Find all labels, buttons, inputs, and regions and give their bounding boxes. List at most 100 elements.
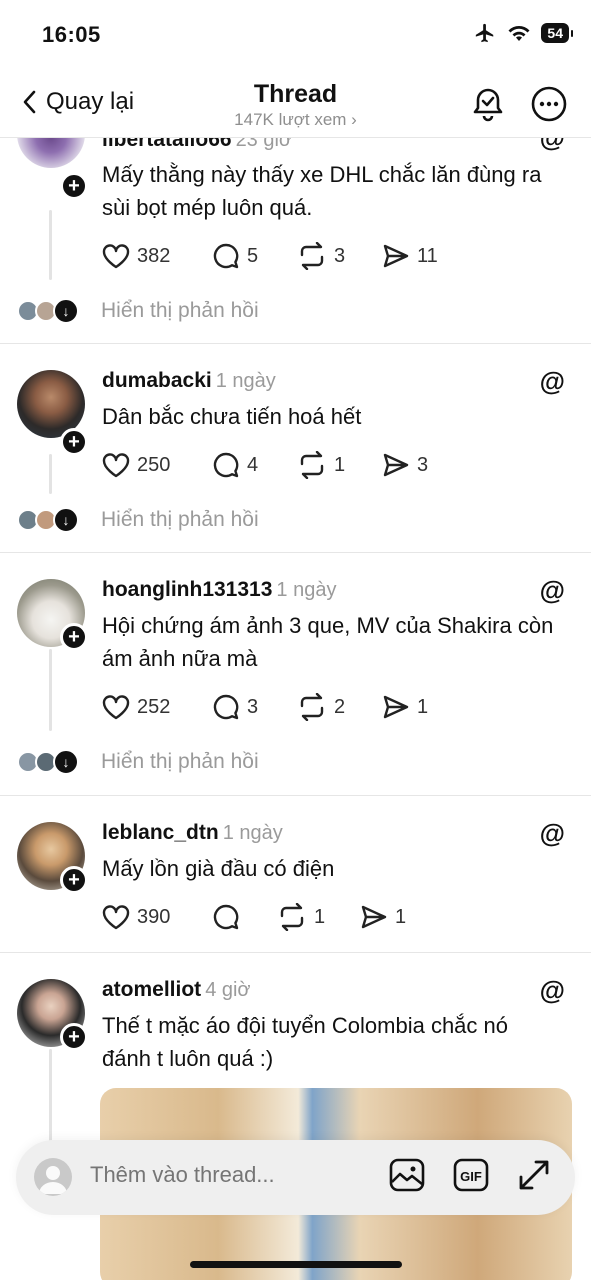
show-replies-label: Hiển thị phản hồi: [101, 299, 259, 322]
reply-button[interactable]: 4: [212, 451, 297, 479]
threads-logo-icon: @: [539, 975, 565, 1005]
post-text: Dân bắc chưa tiến hoá hết: [102, 404, 362, 429]
follow-plus-icon[interactable]: +: [60, 623, 88, 651]
bell-check-icon[interactable]: [471, 86, 505, 122]
post-time: 1 ngày: [222, 822, 283, 844]
arrow-down-icon: ↓: [53, 749, 79, 775]
like-button[interactable]: 250: [102, 452, 212, 478]
send-icon: [383, 244, 409, 268]
thread-line: [49, 210, 52, 280]
follow-plus-icon[interactable]: +: [60, 428, 88, 456]
post-username[interactable]: dumabacki 1 ngày: [102, 369, 276, 393]
repost-button[interactable]: 1: [277, 903, 360, 931]
threads-logo-icon: @: [539, 366, 565, 396]
status-icons: 54: [473, 22, 573, 44]
thread-line: [49, 454, 52, 494]
wifi-icon: [508, 26, 530, 41]
like-count: 390: [137, 905, 171, 928]
follow-plus-icon[interactable]: +: [60, 1023, 88, 1051]
repost-count: 3: [334, 244, 346, 267]
thread-line: [49, 649, 52, 731]
battery-indicator: 54: [541, 23, 573, 43]
like-button[interactable]: 382: [102, 243, 212, 269]
post-actions: 382 5 3 11: [102, 241, 438, 271]
share-button[interactable]: 3: [382, 452, 428, 478]
repost-button[interactable]: 1: [297, 451, 382, 479]
post-username[interactable]: leblanc_dtn 1 ngày: [102, 821, 283, 845]
airplane-icon: [476, 23, 494, 43]
heart-icon: [102, 695, 130, 720]
share-button[interactable]: 11: [382, 243, 438, 269]
user-avatar: [34, 1158, 72, 1196]
like-button[interactable]: 252: [102, 694, 212, 720]
share-button[interactable]: 1: [360, 904, 406, 930]
post-text: Thế t mặc áo đội tuyển Colombia chắc nó …: [102, 1013, 509, 1071]
share-button[interactable]: 1: [382, 694, 428, 720]
post-actions: 252 3 2 1: [102, 692, 428, 722]
follow-plus-icon[interactable]: +: [60, 866, 88, 894]
repost-count: 2: [334, 695, 346, 718]
status-time: 16:05: [42, 22, 101, 47]
post-username[interactable]: hoanglinh131313 1 ngày: [102, 578, 336, 602]
send-icon: [383, 695, 409, 719]
post-item: + leblanc_dtn 1 ngày @ Mấy lồn già đầu có…: [0, 796, 591, 953]
reply-button[interactable]: [212, 903, 277, 931]
post-item: + hoanglinh131313 1 ngày @ Hội chứng ám ả…: [0, 553, 591, 796]
repost-icon: [300, 242, 324, 270]
show-replies[interactable]: ↓ Hiển thị phản hồi: [17, 507, 259, 533]
thread-feed[interactable]: + libertatalio66 23 giờ @ Mấy thằng này t…: [0, 130, 591, 1280]
image-icon[interactable]: [389, 1158, 425, 1192]
post-item: + dumabacki 1 ngày @ Dân bắc chưa tiến ho…: [0, 344, 591, 553]
svg-text:GIF: GIF: [460, 1169, 482, 1184]
heart-icon: [102, 453, 130, 478]
share-count: 1: [395, 905, 407, 928]
post-time: 1 ngày: [215, 370, 276, 392]
composer-tools: GIF: [389, 1158, 551, 1192]
more-horizontal-icon[interactable]: [531, 86, 567, 122]
arrow-down-icon: ↓: [53, 298, 79, 324]
post-username[interactable]: atomelliot 4 giờ: [102, 978, 251, 1002]
follow-plus-icon[interactable]: +: [60, 172, 88, 200]
nav-bar: Quay lại Thread 147K lượt xem ›: [0, 70, 591, 138]
share-count: 1: [417, 695, 429, 718]
show-replies[interactable]: ↓ Hiển thị phản hồi: [17, 749, 259, 775]
post-item: + libertatalio66 23 giờ @ Mấy thằng này t…: [0, 130, 591, 344]
comment-icon: [213, 694, 239, 720]
like-button[interactable]: 390: [102, 904, 212, 930]
heart-icon: [102, 905, 130, 930]
comment-icon: [213, 904, 239, 930]
show-replies-label: Hiển thị phản hồi: [101, 750, 259, 773]
repost-button[interactable]: 3: [297, 242, 382, 270]
thread-reply-input[interactable]: [90, 1162, 350, 1188]
post-actions: 250 4 1 3: [102, 450, 428, 480]
repost-button[interactable]: 2: [297, 693, 382, 721]
reply-count: 3: [247, 695, 259, 718]
status-bar: 16:05 54: [0, 0, 591, 70]
show-replies-label: Hiển thị phản hồi: [101, 508, 259, 531]
repost-icon: [280, 903, 304, 931]
comment-icon: [213, 243, 239, 269]
post-time: 1 ngày: [276, 579, 337, 601]
reply-count: 5: [247, 244, 259, 267]
send-icon: [383, 453, 409, 477]
gif-icon[interactable]: GIF: [453, 1158, 489, 1192]
post-actions: 390 1 1: [102, 902, 406, 932]
post-text: Mấy lồn già đầu có điện: [102, 856, 335, 881]
threads-logo-icon: @: [539, 818, 565, 848]
reply-button[interactable]: 3: [212, 693, 297, 721]
show-replies[interactable]: ↓ Hiển thị phản hồi: [17, 298, 259, 324]
repost-icon: [300, 451, 324, 479]
expand-icon[interactable]: [517, 1158, 551, 1192]
repost-count: 1: [334, 453, 346, 476]
reply-button[interactable]: 5: [212, 242, 297, 270]
post-text: Mấy thằng này thấy xe DHL chắc lăn đùng …: [102, 162, 542, 220]
send-icon: [361, 905, 387, 929]
view-count-label: 147K lượt xem: [234, 110, 347, 129]
like-count: 252: [137, 695, 171, 718]
threads-logo-icon: @: [539, 575, 565, 605]
share-count: 3: [417, 453, 429, 476]
post-text: Hội chứng ám ảnh 3 que, MV của Shakira c…: [102, 613, 554, 671]
share-count: 11: [417, 244, 438, 267]
repost-count: 1: [314, 905, 326, 928]
repost-icon: [300, 693, 324, 721]
